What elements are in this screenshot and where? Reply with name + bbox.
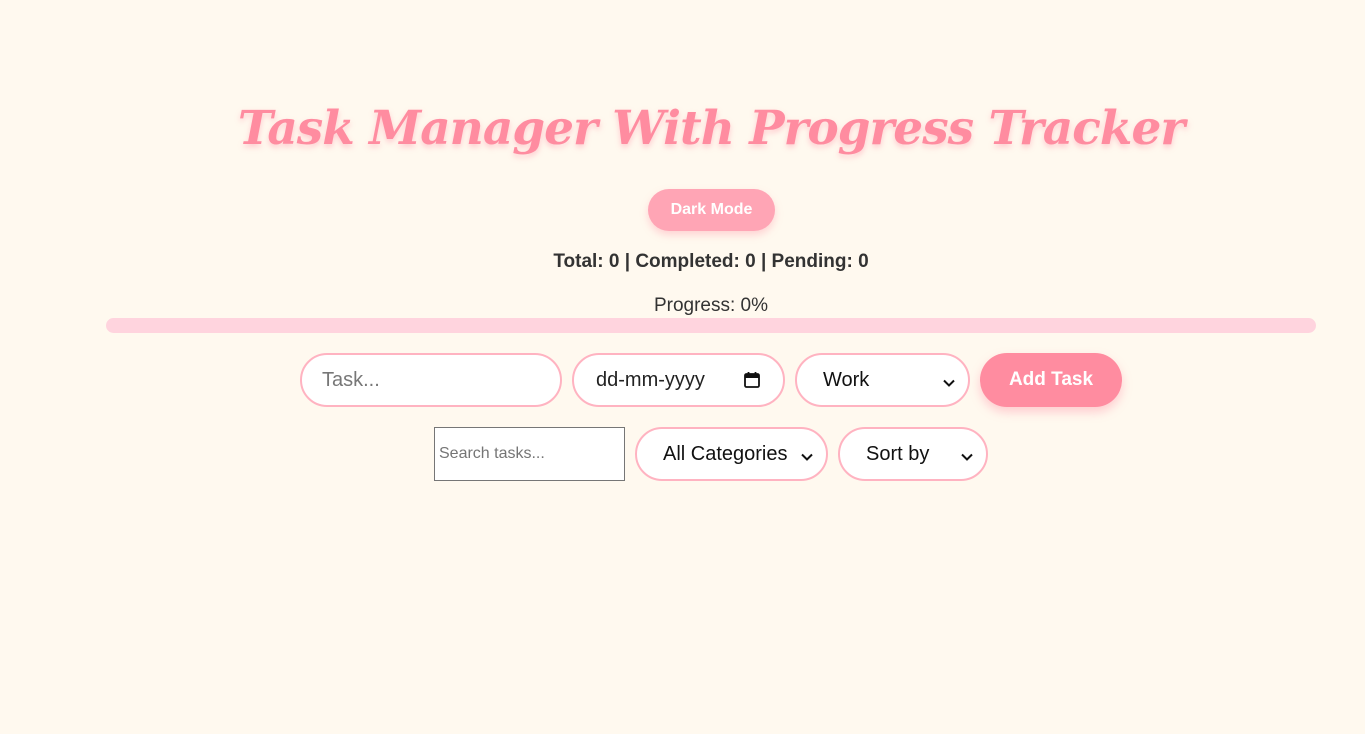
- progress-bar: [106, 318, 1316, 333]
- category-filter-value: All Categories: [663, 442, 788, 465]
- sort-select[interactable]: Sort by: [838, 427, 988, 481]
- chevron-down-icon: [942, 373, 956, 387]
- chevron-down-icon: [800, 447, 814, 461]
- search-input[interactable]: [434, 427, 625, 481]
- category-filter-select[interactable]: All Categories: [635, 427, 828, 481]
- chevron-down-icon: [960, 447, 974, 461]
- category-select-value: Work: [823, 368, 870, 391]
- page-title: Task Manager With Progress Tracker: [237, 101, 1185, 156]
- task-manager-app: Task Manager With Progress Tracker Dark …: [0, 0, 1365, 734]
- task-stats: Total: 0 | Completed: 0 | Pending: 0: [553, 251, 869, 272]
- add-task-button[interactable]: Add Task: [980, 353, 1122, 407]
- calendar-icon[interactable]: [743, 371, 761, 389]
- task-input[interactable]: [300, 353, 562, 407]
- due-date-input[interactable]: dd-mm-yyyy: [572, 353, 785, 407]
- dark-mode-button[interactable]: Dark Mode: [648, 189, 775, 231]
- category-select[interactable]: Work: [795, 353, 970, 407]
- date-placeholder: dd-mm-yyyy: [596, 368, 705, 391]
- sort-select-value: Sort by: [866, 442, 930, 465]
- progress-label: Progress: 0%: [653, 295, 769, 316]
